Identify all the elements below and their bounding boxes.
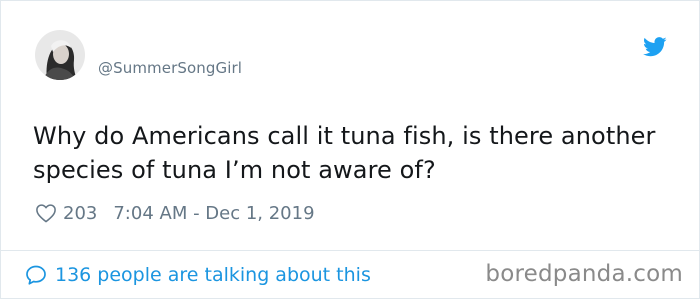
heart-icon[interactable]	[35, 203, 57, 223]
user-handle[interactable]: @SummerSongGirl	[98, 59, 242, 77]
twitter-bird-icon[interactable]	[643, 37, 667, 57]
speech-bubble-icon	[25, 264, 47, 286]
like-count: 203	[63, 202, 98, 224]
talking-about-link[interactable]: 136 people are talking about this	[25, 260, 371, 290]
tweet-card: @SummerSongGirl Why do Americans call it…	[0, 0, 700, 299]
divider	[1, 250, 700, 251]
tweet-text: Why do Americans call it tuna fish, is t…	[33, 122, 656, 184]
watermark: boredpanda.com	[485, 261, 683, 287]
talking-about-text[interactable]: 136 people are talking about this	[55, 264, 371, 286]
avatar[interactable]	[35, 30, 85, 80]
timestamp[interactable]: 7:04 AM - Dec 1, 2019	[113, 203, 314, 224]
tweet-meta: 203 7:04 AM - Dec 1, 2019	[35, 199, 315, 227]
